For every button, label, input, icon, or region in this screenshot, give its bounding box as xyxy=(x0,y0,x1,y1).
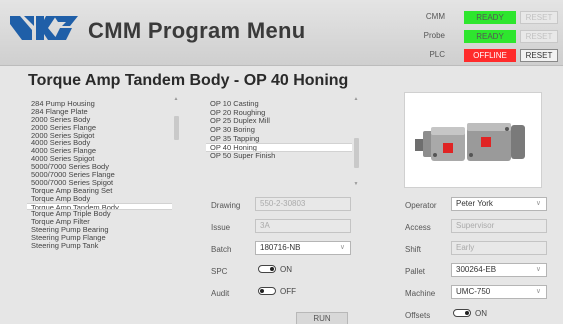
hydraulic-pump-image xyxy=(415,123,525,161)
chevron-down-icon: ∨ xyxy=(339,244,345,251)
audit-switch[interactable] xyxy=(258,287,276,295)
chevron-down-icon: ∨ xyxy=(535,288,541,295)
chevron-down-icon: ∨ xyxy=(535,266,541,273)
batch-label: Batch xyxy=(211,245,232,254)
list-item[interactable]: Steering Pump Bearing xyxy=(27,226,172,234)
audit-label: Audit xyxy=(211,289,230,298)
access-label: Access xyxy=(405,223,431,232)
list-item[interactable]: Torque Amp Triple Body xyxy=(27,210,172,218)
list-item[interactable]: Torque Amp Filter xyxy=(27,218,172,226)
run-button[interactable]: RUN xyxy=(296,312,348,324)
drawing-field: 550-2-30803 xyxy=(255,197,351,211)
probe-status-label: Probe xyxy=(423,31,445,40)
cmm-status-label: CMM xyxy=(425,12,445,21)
list-item[interactable]: 2000 Series Flange xyxy=(27,124,172,132)
audit-toggle[interactable]: OFF xyxy=(258,285,296,297)
spc-toggle[interactable]: ON xyxy=(258,263,292,275)
list-item[interactable]: Steering Pump Flange xyxy=(27,234,172,242)
list-item[interactable]: OP 25 Duplex Mill xyxy=(206,117,352,126)
app-title: CMM Program Menu xyxy=(88,18,306,43)
shift-field: Early xyxy=(451,241,547,255)
machine-label: Machine xyxy=(405,289,436,298)
list-item[interactable]: 4000 Series Body xyxy=(27,139,172,147)
access-field: Supervisor xyxy=(451,219,547,233)
plc-status-badge: OFFLINE xyxy=(464,49,516,62)
list-item[interactable]: Steering Pump Tank xyxy=(27,242,172,250)
operator-label: Operator xyxy=(405,201,437,210)
parts-scroll-up-icon[interactable]: ▲ xyxy=(173,96,179,102)
list-item[interactable]: Torque Amp Bearing Set xyxy=(27,187,172,195)
cmm-reset-button[interactable]: RESET xyxy=(520,11,558,24)
offsets-switch[interactable] xyxy=(453,309,471,317)
ops-scroll-down-icon[interactable]: ▼ xyxy=(353,181,359,187)
list-item[interactable]: OP 40 Honing xyxy=(206,143,352,153)
batch-select[interactable]: 180716-NB ∨ xyxy=(255,241,351,255)
list-item[interactable]: 5000/7000 Series Spigot xyxy=(27,179,172,187)
operator-select[interactable]: Peter York ∨ xyxy=(451,197,547,211)
list-item[interactable]: 4000 Series Flange xyxy=(27,147,172,155)
shift-label: Shift xyxy=(405,245,422,254)
parts-list: 284 Pump Housing 284 Flange Plate 2000 Ser… xyxy=(27,100,172,250)
list-item[interactable]: 4000 Series Spigot xyxy=(27,155,172,163)
uk-flag-logo-icon xyxy=(10,16,78,40)
list-item[interactable]: 2000 Series Body xyxy=(27,116,172,124)
issue-label: Issue xyxy=(211,223,231,232)
page-title: Torque Amp Tandem Body - OP 40 Honing xyxy=(28,72,349,89)
ops-scroll-up-icon[interactable]: ▲ xyxy=(353,96,359,102)
operator-value: Peter York xyxy=(456,199,493,208)
list-item[interactable]: OP 50 Super Finish xyxy=(206,152,352,161)
list-item[interactable]: 5000/7000 Series Body xyxy=(27,163,172,171)
cmm-status-badge: READY xyxy=(464,11,516,24)
spc-state: ON xyxy=(280,264,292,274)
audit-state: OFF xyxy=(280,286,296,296)
header-bar: CMM Program Menu CMM READY RESET Probe R… xyxy=(0,0,563,66)
probe-status-badge: READY xyxy=(464,30,516,43)
plc-reset-button[interactable]: RESET xyxy=(520,49,558,62)
parts-scroll-thumb[interactable] xyxy=(174,116,179,140)
offsets-label: Offsets xyxy=(405,311,431,320)
issue-field: 3A xyxy=(255,219,351,233)
chevron-down-icon: ∨ xyxy=(535,200,541,207)
plc-status-label: PLC xyxy=(429,50,445,59)
offsets-state: ON xyxy=(475,308,487,318)
spc-switch[interactable] xyxy=(258,265,276,273)
batch-value: 180716-NB xyxy=(260,243,301,252)
pallet-select[interactable]: 300264-EB ∨ xyxy=(451,263,547,277)
machine-value: UMC-750 xyxy=(456,287,491,296)
list-item[interactable]: OP 30 Boring xyxy=(206,126,352,135)
list-item[interactable]: Torque Amp Tandem Body xyxy=(27,202,172,211)
spc-label: SPC xyxy=(211,267,228,276)
drawing-label: Drawing xyxy=(211,201,241,210)
part-image-box xyxy=(404,92,542,188)
offsets-toggle[interactable]: ON xyxy=(453,307,487,319)
list-item[interactable]: 284 Pump Housing xyxy=(27,100,172,108)
pallet-value: 300264-EB xyxy=(456,265,497,274)
list-item[interactable]: 5000/7000 Series Flange xyxy=(27,171,172,179)
operations-list: OP 10 Casting OP 20 Roughing OP 25 Duplex … xyxy=(206,100,352,161)
machine-select[interactable]: UMC-750 ∨ xyxy=(451,285,547,299)
pallet-label: Pallet xyxy=(405,267,426,276)
ops-scroll-thumb[interactable] xyxy=(354,138,359,168)
ops-scrollbar[interactable] xyxy=(354,104,359,180)
list-item[interactable]: OP 10 Casting xyxy=(206,100,352,109)
parts-scrollbar[interactable] xyxy=(174,104,179,322)
probe-reset-button[interactable]: RESET xyxy=(520,30,558,43)
list-item[interactable]: Torque Amp Body xyxy=(27,195,172,203)
list-item[interactable]: 284 Flange Plate xyxy=(27,108,172,116)
list-item[interactable]: OP 35 Tapping xyxy=(206,135,352,144)
list-item[interactable]: 2000 Series Spigot xyxy=(27,132,172,140)
list-item[interactable]: OP 20 Roughing xyxy=(206,109,352,118)
